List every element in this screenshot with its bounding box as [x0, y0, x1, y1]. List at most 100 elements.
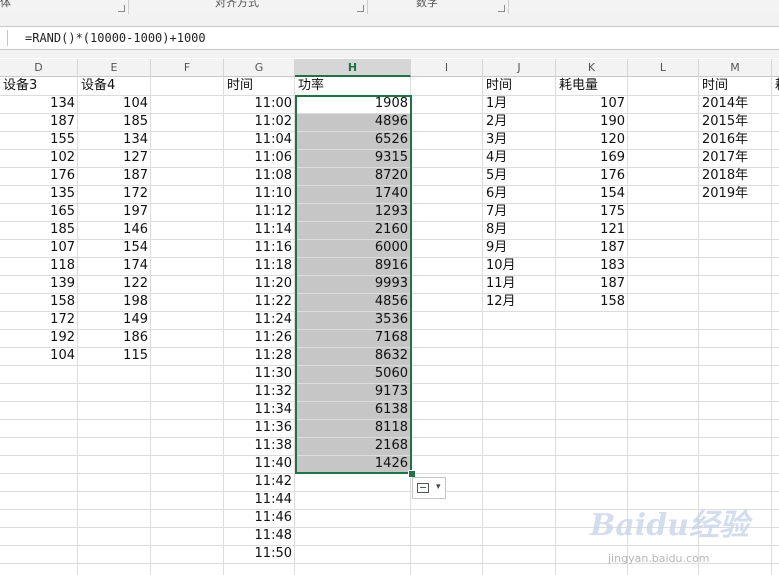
table-cell-time[interactable]: 11:02	[225, 113, 295, 131]
table-cell-month[interactable]: 11月	[484, 275, 556, 293]
column-header-j[interactable]: J	[483, 59, 556, 77]
table-cell-power[interactable]: 1293	[296, 203, 411, 221]
table-cell-device4[interactable]: 149	[79, 311, 151, 329]
column-header-f[interactable]: F	[151, 59, 224, 77]
column-header-l[interactable]: L	[628, 59, 699, 77]
table-cell-time[interactable]: 11:34	[225, 401, 295, 419]
table-cell-consumption[interactable]: 120	[557, 131, 628, 149]
table-cell-month[interactable]: 9月	[484, 239, 556, 257]
table-cell-device3[interactable]: 176	[1, 167, 78, 185]
table-cell-time[interactable]: 11:48	[225, 527, 295, 545]
table-cell-device4[interactable]: 122	[79, 275, 151, 293]
table-cell-device3[interactable]: 158	[1, 293, 78, 311]
table-cell-device3[interactable]: 185	[1, 221, 78, 239]
table-cell-month[interactable]: 2月	[484, 113, 556, 131]
table-cell-device3[interactable]: 165	[1, 203, 78, 221]
table-cell-time[interactable]: 11:32	[225, 383, 295, 401]
table-cell-time[interactable]: 11:06	[225, 149, 295, 167]
column-header-m[interactable]: M	[699, 59, 772, 77]
header-cell-h[interactable]: 功率	[296, 77, 411, 95]
table-cell-device3[interactable]: 118	[1, 257, 78, 275]
table-cell-time[interactable]: 11:40	[225, 455, 295, 473]
table-cell-time[interactable]: 11:38	[225, 437, 295, 455]
table-cell-device3[interactable]: 139	[1, 275, 78, 293]
table-cell-device3[interactable]: 135	[1, 185, 78, 203]
table-cell-device3[interactable]: 172	[1, 311, 78, 329]
table-cell-device4[interactable]: 154	[79, 239, 151, 257]
table-cell-power[interactable]: 6138	[296, 401, 411, 419]
table-cell-power[interactable]: 8632	[296, 347, 411, 365]
table-cell-power[interactable]: 3536	[296, 311, 411, 329]
table-cell-power[interactable]: 9173	[296, 383, 411, 401]
table-cell-time[interactable]: 11:16	[225, 239, 295, 257]
table-cell-month[interactable]: 4月	[484, 149, 556, 167]
table-cell-power[interactable]: 7168	[296, 329, 411, 347]
number-dialog-launcher-icon[interactable]	[498, 5, 505, 12]
table-cell-device3[interactable]: 104	[1, 347, 78, 365]
table-cell-power[interactable]: 2168	[296, 437, 411, 455]
column-header-h[interactable]: H	[295, 59, 411, 77]
table-cell-time[interactable]: 11:18	[225, 257, 295, 275]
table-cell-month[interactable]: 10月	[484, 257, 556, 275]
table-cell-time[interactable]: 11:08	[225, 167, 295, 185]
table-cell-device4[interactable]: 104	[79, 95, 151, 113]
table-cell-device4[interactable]: 187	[79, 167, 151, 185]
table-cell-device3[interactable]: 192	[1, 329, 78, 347]
header-cell-g[interactable]: 时间	[225, 77, 295, 95]
table-cell-time[interactable]: 11:12	[225, 203, 295, 221]
table-cell-year[interactable]: 2015年	[700, 113, 772, 131]
table-cell-month[interactable]: 12月	[484, 293, 556, 311]
table-cell-consumption[interactable]: 190	[557, 113, 628, 131]
table-cell-consumption[interactable]: 154	[557, 185, 628, 203]
table-cell-year[interactable]: 2014年	[700, 95, 772, 113]
table-cell-power[interactable]: 8118	[296, 419, 411, 437]
table-cell-time[interactable]: 11:30	[225, 365, 295, 383]
table-cell-month[interactable]: 7月	[484, 203, 556, 221]
table-cell-power[interactable]: 1908	[296, 95, 411, 113]
table-cell-device4[interactable]: 172	[79, 185, 151, 203]
table-cell-power[interactable]: 6000	[296, 239, 411, 257]
table-cell-month[interactable]: 3月	[484, 131, 556, 149]
table-cell-consumption[interactable]: 187	[557, 275, 628, 293]
table-cell-time[interactable]: 11:04	[225, 131, 295, 149]
table-cell-month[interactable]: 5月	[484, 167, 556, 185]
table-cell-time[interactable]: 11:50	[225, 545, 295, 563]
table-cell-power[interactable]: 8916	[296, 257, 411, 275]
table-cell-consumption[interactable]: 158	[557, 293, 628, 311]
table-cell-device4[interactable]: 134	[79, 131, 151, 149]
table-cell-time[interactable]: 11:42	[225, 473, 295, 491]
table-cell-device4[interactable]: 115	[79, 347, 151, 365]
table-cell-power[interactable]: 9993	[296, 275, 411, 293]
table-cell-year[interactable]: 2017年	[700, 149, 772, 167]
column-header-d[interactable]: D	[0, 59, 78, 77]
table-cell-power[interactable]: 1740	[296, 185, 411, 203]
table-cell-year[interactable]: 2018年	[700, 167, 772, 185]
table-cell-month[interactable]: 8月	[484, 221, 556, 239]
table-cell-time[interactable]: 11:44	[225, 491, 295, 509]
table-cell-device3[interactable]: 134	[1, 95, 78, 113]
table-cell-year[interactable]: 2019年	[700, 185, 772, 203]
table-cell-time[interactable]: 11:28	[225, 347, 295, 365]
column-header-n[interactable]	[772, 59, 779, 77]
table-cell-device4[interactable]: 186	[79, 329, 151, 347]
table-cell-device4[interactable]: 146	[79, 221, 151, 239]
table-cell-consumption[interactable]: 121	[557, 221, 628, 239]
table-cell-device4[interactable]: 198	[79, 293, 151, 311]
formula-input[interactable]: =RAND()*(10000-1000)+1000	[0, 26, 779, 50]
table-cell-device4[interactable]: 185	[79, 113, 151, 131]
font-dialog-launcher-icon[interactable]	[118, 5, 125, 12]
header-cell-m[interactable]: 时间	[700, 77, 772, 95]
table-cell-device3[interactable]: 107	[1, 239, 78, 257]
table-cell-power[interactable]: 6526	[296, 131, 411, 149]
table-cell-time[interactable]: 11:20	[225, 275, 295, 293]
table-cell-month[interactable]: 1月	[484, 95, 556, 113]
table-cell-device3[interactable]: 155	[1, 131, 78, 149]
column-header-g[interactable]: G	[224, 59, 295, 77]
table-cell-device4[interactable]: 174	[79, 257, 151, 275]
table-cell-consumption[interactable]: 183	[557, 257, 628, 275]
header-cell-e[interactable]: 设备4	[79, 77, 151, 95]
table-cell-consumption[interactable]: 107	[557, 95, 628, 113]
spreadsheet-grid[interactable]: DEFGHIJKLM设备3设备4时间功率时间耗电量时间耗134187155102…	[0, 59, 779, 575]
column-header-k[interactable]: K	[556, 59, 628, 77]
table-cell-time[interactable]: 11:46	[225, 509, 295, 527]
